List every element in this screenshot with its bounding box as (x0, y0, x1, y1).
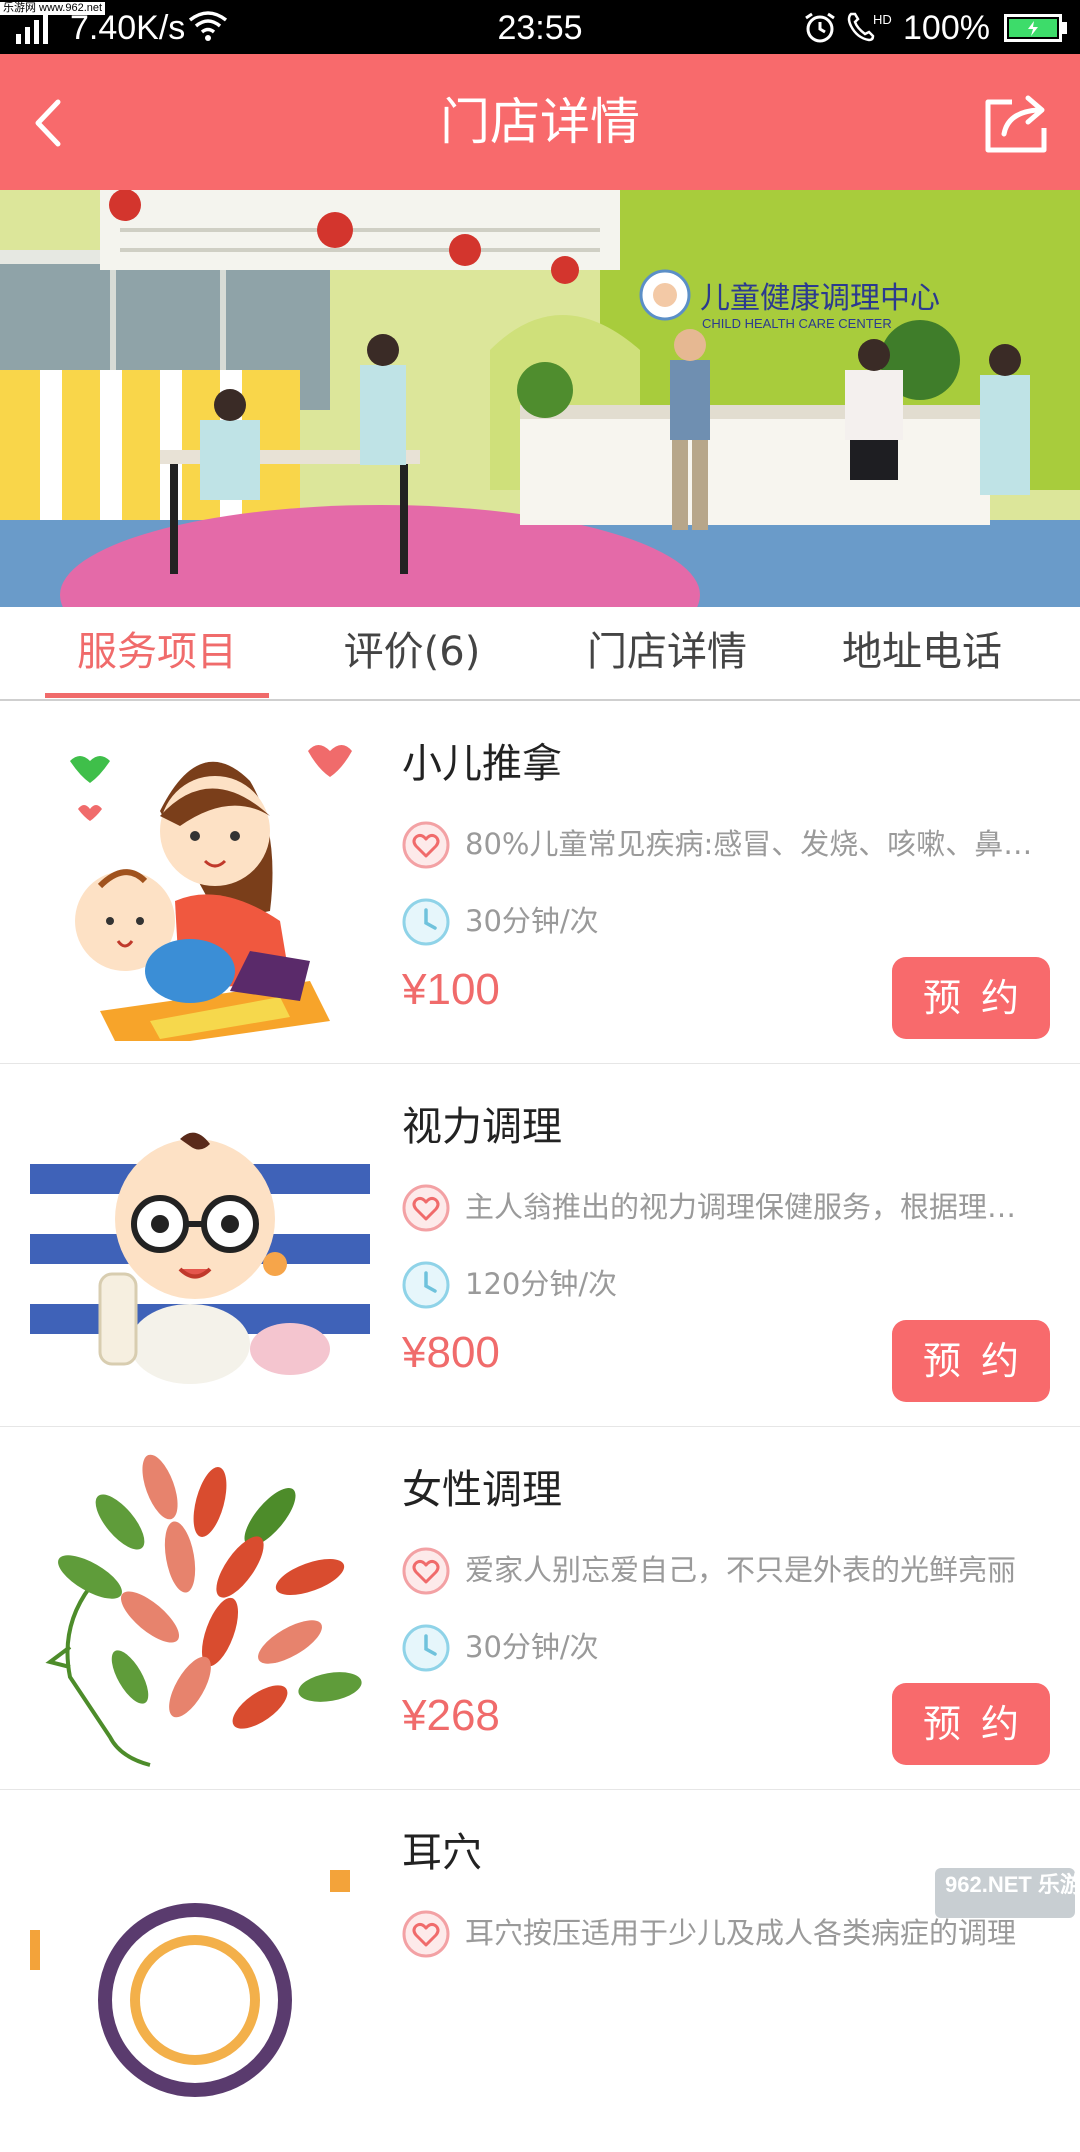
active-tab-indicator (45, 693, 269, 698)
site-watermark: 962.NET 乐游网 (935, 1868, 1075, 1918)
heart-icon (402, 821, 450, 869)
hd-call-icon: HD (847, 12, 892, 42)
clock-icon (402, 898, 450, 946)
share-icon[interactable] (982, 90, 1054, 156)
service-description: 80%儿童常见疾病:感冒、发烧、咳嗽、鼻塞、腹泻 (465, 827, 1035, 861)
svg-text:HD: HD (873, 12, 892, 27)
service-title: 小儿推拿 (402, 741, 562, 787)
page-title: 门店详情 (440, 93, 640, 151)
heart-icon (402, 1547, 450, 1595)
status-bar: 乐游网 www.962.net 7.40K/s 23:55 HD 100% (0, 0, 1080, 54)
service-thumbnail (30, 721, 370, 1041)
service-title: 视力调理 (402, 1104, 562, 1150)
book-button[interactable]: 预约 (892, 1683, 1050, 1765)
banner-sign-cn: 儿童健康调理中心 (700, 281, 940, 316)
service-description: 爱家人别忘爱自己，不只是外表的光鲜亮丽 (465, 1553, 1017, 1587)
tab-bar: 服务项目 评价(6) 门店详情 地址电话 (0, 607, 1080, 701)
store-banner[interactable]: 儿童健康调理中心 CHILD HEALTH CARE CENTER (0, 190, 1080, 607)
book-button[interactable]: 预约 (892, 957, 1050, 1039)
clock-icon (402, 1624, 450, 1672)
service-thumbnail (30, 1084, 370, 1404)
tab-store-details[interactable]: 门店详情 (555, 627, 779, 677)
service-price: ¥800 (402, 1328, 500, 1377)
tab-reviews[interactable]: 评价(6) (300, 627, 524, 677)
service-item[interactable]: 耳穴 耳穴按压适用于少儿及成人各类病症的调理 (0, 1790, 1080, 2152)
book-button[interactable]: 预约 (892, 1320, 1050, 1402)
store-photo: 儿童健康调理中心 CHILD HEALTH CARE CENTER (0, 190, 1080, 607)
service-duration: 120分钟/次 (465, 1267, 618, 1301)
network-speed: 7.40K/s (70, 9, 186, 47)
service-thumbnail (30, 1447, 370, 1767)
heart-icon (402, 1910, 450, 1958)
service-duration: 30分钟/次 (465, 1630, 599, 1664)
service-item[interactable]: 视力调理 主人翁推出的视力调理保健服务，根据理疗方案调理 120分钟/次 ¥80… (0, 1064, 1080, 1428)
service-price: ¥268 (402, 1691, 500, 1740)
banner-sign-en: CHILD HEALTH CARE CENTER (702, 316, 892, 331)
battery-percent: 100% (903, 9, 990, 47)
tab-services[interactable]: 服务项目 (45, 627, 269, 677)
app-header: 门店详情 (0, 54, 1080, 190)
service-item[interactable]: 小儿推拿 80%儿童常见疾病:感冒、发烧、咳嗽、鼻塞、腹泻 30分钟/次 ¥10… (0, 701, 1080, 1065)
service-duration: 30分钟/次 (465, 904, 599, 938)
clock-icon (402, 1261, 450, 1309)
service-description: 耳穴按压适用于少儿及成人各类病症的调理 (465, 1916, 1017, 1950)
battery-icon (1004, 14, 1067, 42)
heart-icon (402, 1184, 450, 1232)
service-price: ¥100 (402, 965, 500, 1014)
service-item[interactable]: 女性调理 爱家人别忘爱自己，不只是外表的光鲜亮丽 30分钟/次 ¥268 预约 (0, 1427, 1080, 1791)
service-thumbnail (30, 1810, 370, 2130)
service-description: 主人翁推出的视力调理保健服务，根据理疗方案调理 (465, 1190, 1035, 1224)
wifi-icon (188, 11, 228, 41)
back-icon[interactable] (20, 88, 86, 158)
watermark-text: 962.NET 乐游网 (945, 1872, 1075, 1897)
tab-address-phone[interactable]: 地址电话 (810, 627, 1034, 677)
signal-icon (16, 14, 48, 44)
service-title: 女性调理 (402, 1467, 562, 1513)
service-title: 耳穴 (402, 1830, 482, 1876)
alarm-icon (805, 12, 835, 43)
